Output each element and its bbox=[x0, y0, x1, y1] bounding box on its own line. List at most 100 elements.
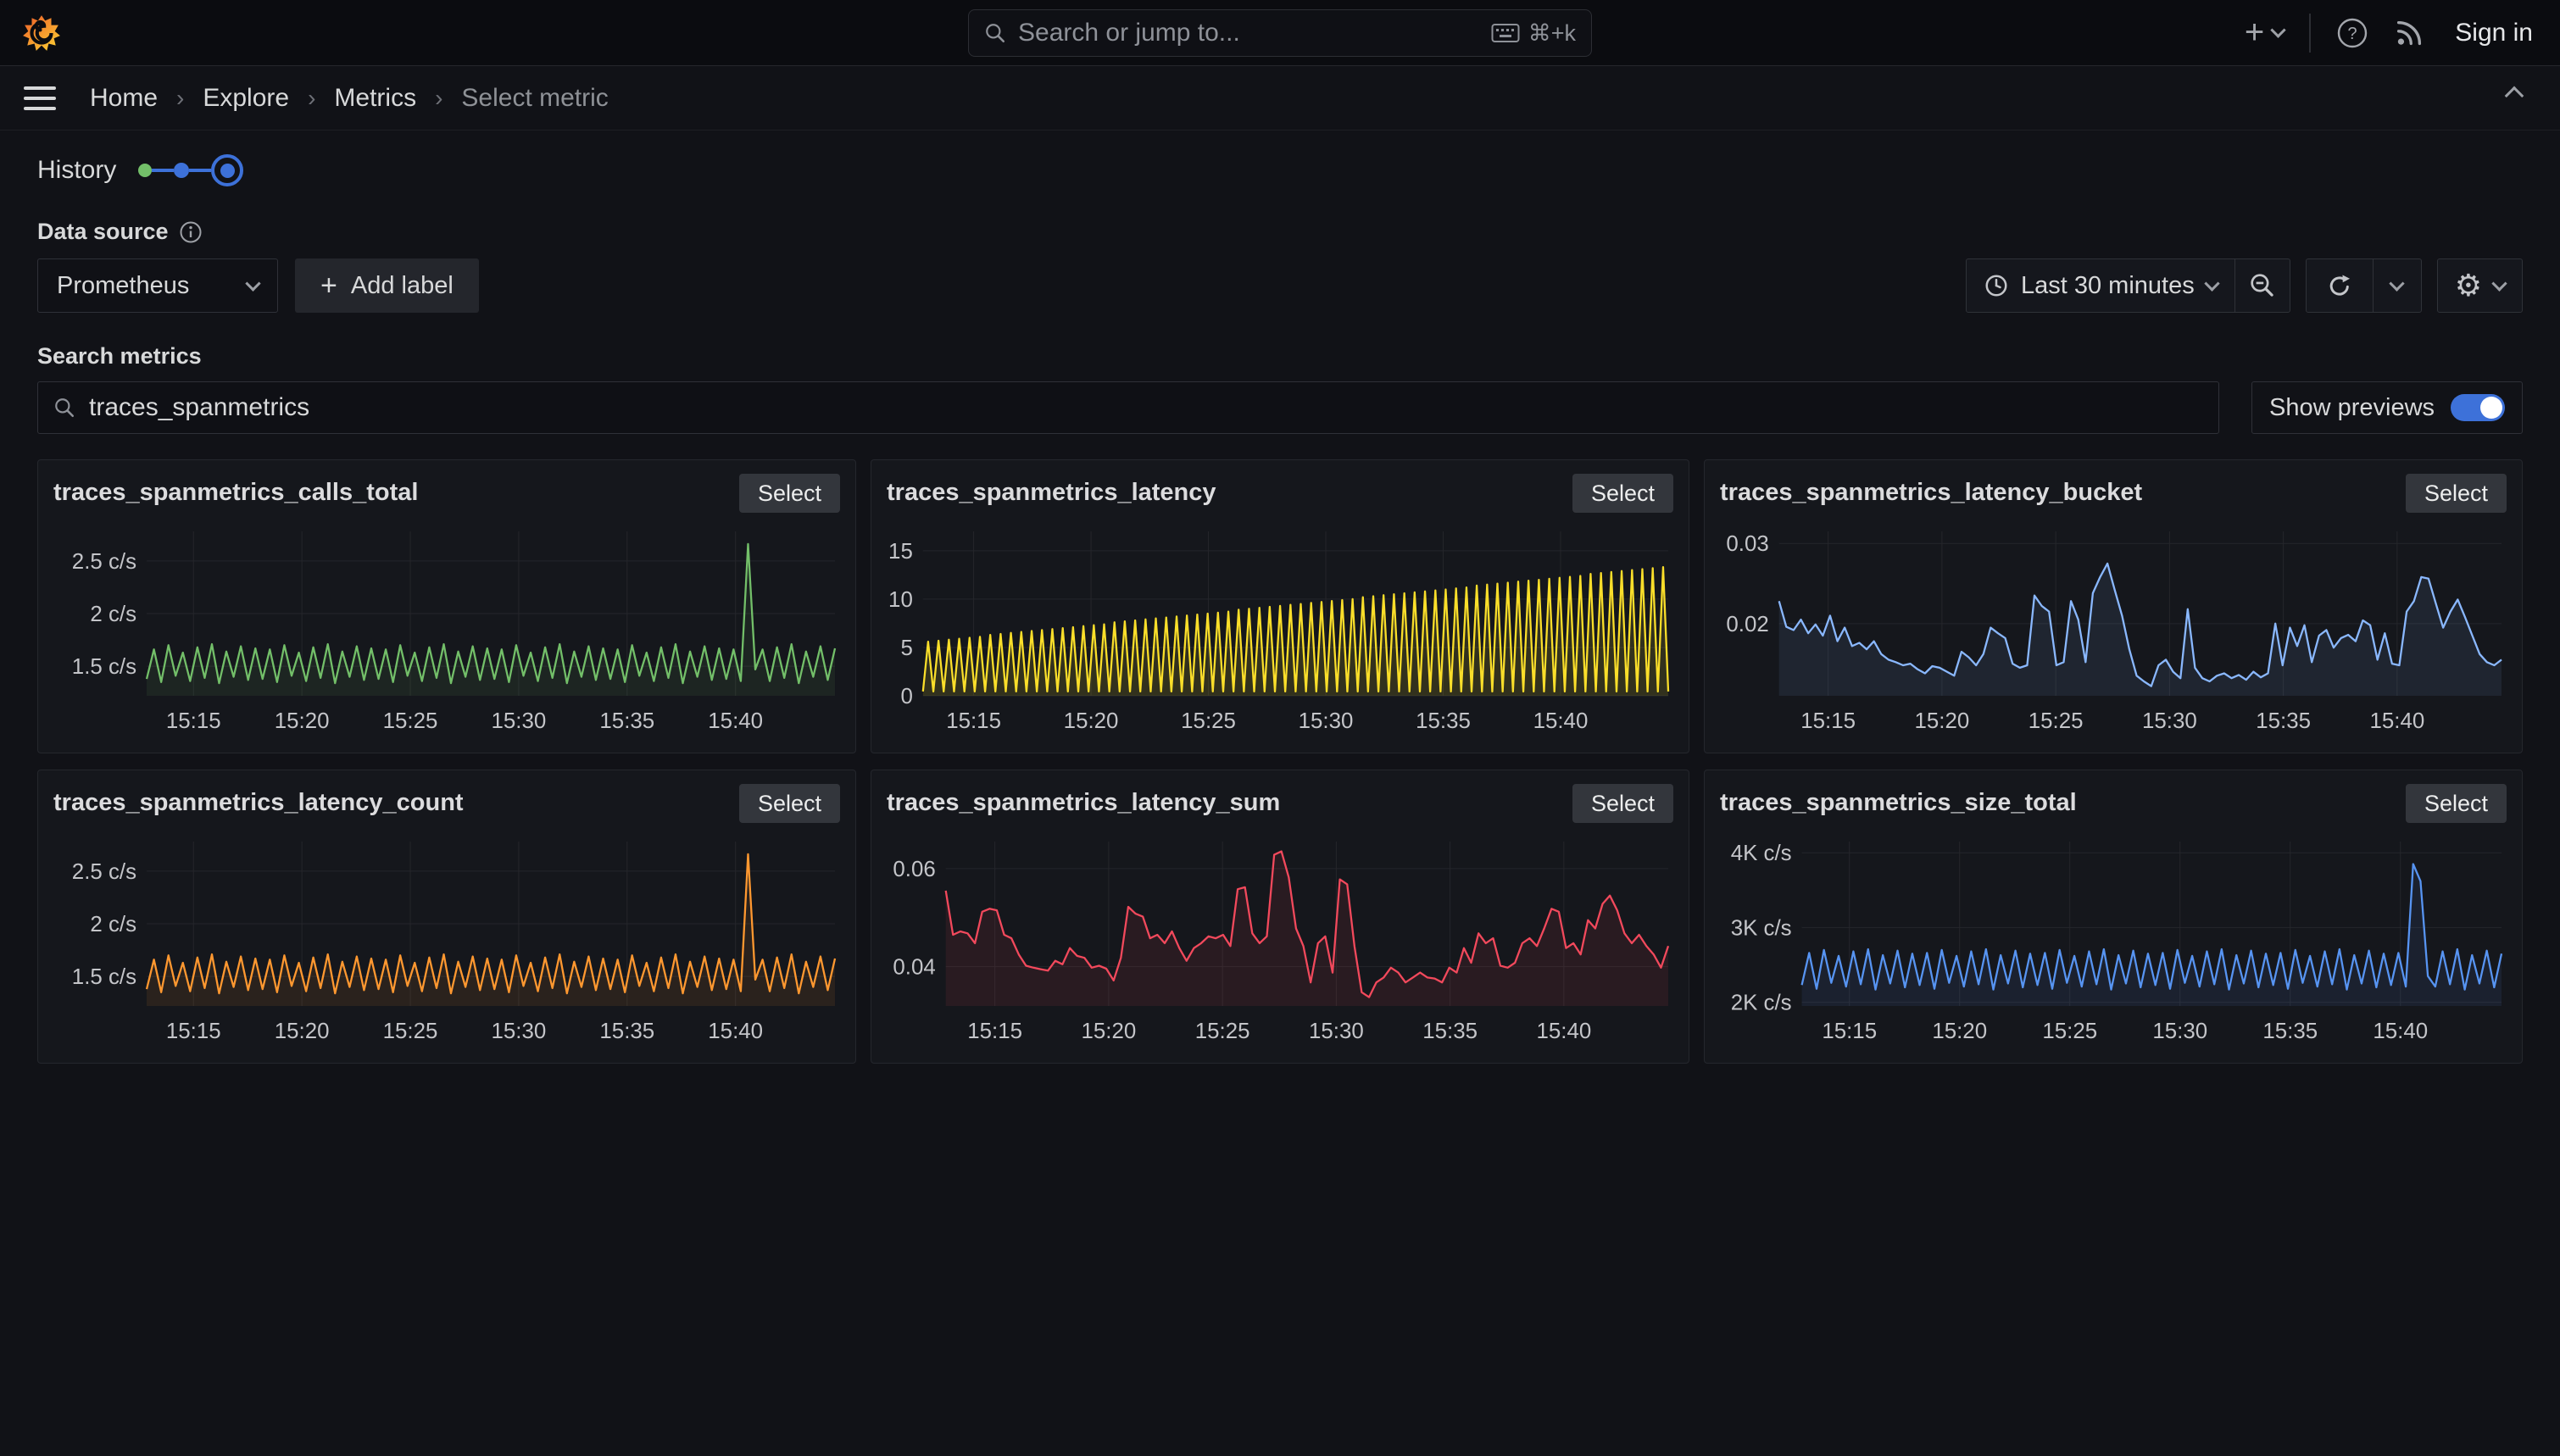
time-range-group: Last 30 minutes bbox=[1966, 258, 2290, 313]
nav-toolbar: Home › Explore › Metrics › Select metric bbox=[0, 66, 2560, 131]
metric-preview-chart: 15:1515:2015:2515:3015:3515:404K c/s3K c… bbox=[1720, 833, 2507, 1047]
search-metrics-input[interactable] bbox=[89, 393, 2203, 422]
svg-text:?: ? bbox=[2348, 25, 2357, 43]
add-label-button[interactable]: + Add label bbox=[295, 258, 479, 313]
svg-text:15:35: 15:35 bbox=[2262, 1020, 2318, 1043]
grafana-logo-icon[interactable] bbox=[22, 14, 61, 53]
collapse-toolbar-button[interactable] bbox=[2499, 81, 2529, 115]
metric-preview-chart: 15:1515:2015:2515:3015:3515:400.060.04 bbox=[887, 833, 1673, 1047]
explore-metrics-content: History Data source bbox=[0, 154, 2560, 1064]
metric-panel: traces_spanmetrics_size_total Select 15:… bbox=[1704, 770, 2523, 1064]
plus-icon: + bbox=[2245, 14, 2264, 52]
breadcrumb-explore[interactable]: Explore bbox=[203, 84, 289, 113]
svg-text:2.5 c/s: 2.5 c/s bbox=[72, 860, 136, 884]
breadcrumb-home[interactable]: Home bbox=[90, 84, 158, 113]
metric-title: traces_spanmetrics_calls_total bbox=[53, 474, 418, 507]
shortcut-label: ⌘+k bbox=[1528, 20, 1576, 47]
global-search-input[interactable] bbox=[1018, 19, 1479, 47]
news-rss-icon[interactable] bbox=[2394, 18, 2424, 48]
breadcrumb-metrics[interactable]: Metrics bbox=[334, 84, 416, 113]
svg-text:15:20: 15:20 bbox=[275, 709, 330, 733]
chevron-down-icon bbox=[245, 275, 260, 291]
metric-panel: traces_spanmetrics_latency_bucket Select… bbox=[1704, 459, 2523, 753]
svg-text:0.04: 0.04 bbox=[893, 956, 935, 980]
help-icon[interactable]: ? bbox=[2336, 17, 2368, 49]
select-metric-button[interactable]: Select bbox=[1572, 474, 1673, 513]
select-metric-button[interactable]: Select bbox=[2406, 474, 2507, 513]
svg-text:1.5 c/s: 1.5 c/s bbox=[72, 655, 136, 679]
svg-text:1.5 c/s: 1.5 c/s bbox=[72, 965, 136, 989]
search-icon bbox=[53, 397, 75, 419]
svg-text:2 c/s: 2 c/s bbox=[90, 603, 136, 626]
svg-text:0.03: 0.03 bbox=[1726, 532, 1768, 556]
metric-panel: traces_spanmetrics_latency Select 15:15 1… bbox=[871, 459, 1689, 753]
svg-text:3K c/s: 3K c/s bbox=[1731, 916, 1792, 940]
svg-text:5: 5 bbox=[900, 636, 912, 660]
history-current-step[interactable] bbox=[211, 154, 243, 186]
topbar-actions: + ? Sign in bbox=[2245, 14, 2538, 53]
svg-text:15:15: 15:15 bbox=[166, 1020, 221, 1043]
history-row: History bbox=[37, 154, 2523, 186]
info-icon[interactable] bbox=[179, 220, 203, 244]
svg-text:15:30: 15:30 bbox=[492, 709, 547, 733]
svg-text:15:15: 15:15 bbox=[946, 709, 1001, 733]
history-steps[interactable] bbox=[138, 154, 243, 186]
history-connector bbox=[152, 169, 174, 172]
refresh-interval-dropdown[interactable] bbox=[2374, 259, 2421, 312]
chevron-down-icon bbox=[2204, 275, 2219, 291]
svg-text:15:30: 15:30 bbox=[2142, 709, 2197, 733]
top-bar: ⌘+k + ? Sign in bbox=[0, 0, 2560, 66]
svg-text:15:20: 15:20 bbox=[1932, 1020, 1987, 1043]
metric-preview-chart: 15:1515:2015:2515:3015:3515:402.5 c/s2 c… bbox=[53, 523, 840, 736]
select-metric-button[interactable]: Select bbox=[1572, 784, 1673, 823]
svg-text:15:25: 15:25 bbox=[2042, 1020, 2097, 1043]
svg-text:15:15: 15:15 bbox=[1822, 1020, 1877, 1043]
svg-text:15:25: 15:25 bbox=[2029, 709, 2084, 733]
refresh-button[interactable] bbox=[2307, 259, 2373, 312]
breadcrumb-separator: › bbox=[435, 85, 442, 112]
svg-text:15:30: 15:30 bbox=[492, 1020, 547, 1043]
svg-text:15:40: 15:40 bbox=[708, 709, 763, 733]
settings-button[interactable]: ⚙ bbox=[2438, 259, 2522, 312]
svg-text:10: 10 bbox=[888, 588, 913, 612]
history-step-start-dot[interactable] bbox=[138, 164, 152, 177]
create-new-button[interactable]: + bbox=[2245, 14, 2284, 52]
history-step-dot[interactable] bbox=[174, 163, 189, 178]
metric-panel: traces_spanmetrics_latency_count Select … bbox=[37, 770, 856, 1064]
menu-hamburger-icon[interactable] bbox=[24, 86, 56, 110]
keyboard-icon bbox=[1491, 22, 1520, 44]
refresh-icon bbox=[2326, 272, 2353, 299]
metric-panels-grid: traces_spanmetrics_calls_total Select 15… bbox=[37, 459, 2523, 1064]
svg-text:15:20: 15:20 bbox=[1064, 709, 1119, 733]
metric-title: traces_spanmetrics_size_total bbox=[1720, 784, 2077, 817]
metric-title: traces_spanmetrics_latency bbox=[887, 474, 1216, 507]
metric-panel: traces_spanmetrics_latency_sum Select 15… bbox=[871, 770, 1689, 1064]
select-metric-button[interactable]: Select bbox=[739, 474, 840, 513]
time-range-picker[interactable]: Last 30 minutes bbox=[1967, 259, 2234, 312]
svg-text:15:20: 15:20 bbox=[275, 1020, 330, 1043]
grafana-app: ⌘+k + ? Sign in Home › bbox=[0, 0, 2560, 1064]
svg-text:15:20: 15:20 bbox=[1082, 1020, 1137, 1043]
svg-text:4K c/s: 4K c/s bbox=[1731, 842, 1792, 865]
breadcrumb-separator: › bbox=[176, 85, 184, 112]
sign-in-button[interactable]: Sign in bbox=[2450, 19, 2538, 47]
show-previews-toggle[interactable] bbox=[2451, 394, 2505, 421]
chevron-down-icon bbox=[2271, 22, 2286, 37]
select-metric-button[interactable]: Select bbox=[2406, 784, 2507, 823]
metric-preview-chart: 15:1515:2015:2515:3015:3515:402.5 c/s2 c… bbox=[53, 833, 840, 1047]
datasource-picker[interactable]: Prometheus bbox=[37, 258, 278, 313]
zoom-out-button[interactable] bbox=[2235, 259, 2290, 312]
metric-panel: traces_spanmetrics_calls_total Select 15… bbox=[37, 459, 856, 753]
svg-text:15:25: 15:25 bbox=[383, 1020, 438, 1043]
global-search-box[interactable]: ⌘+k bbox=[968, 9, 1592, 57]
svg-text:15:40: 15:40 bbox=[2373, 1020, 2428, 1043]
search-metrics-field[interactable] bbox=[37, 381, 2219, 434]
svg-text:15:40: 15:40 bbox=[1533, 709, 1589, 733]
svg-text:15:25: 15:25 bbox=[383, 709, 438, 733]
search-icon bbox=[984, 22, 1006, 44]
breadcrumb-separator: › bbox=[308, 85, 315, 112]
settings-group: ⚙ bbox=[2437, 258, 2523, 313]
svg-text:15:30: 15:30 bbox=[1299, 709, 1354, 733]
select-metric-button[interactable]: Select bbox=[739, 784, 840, 823]
breadcrumb: Home › Explore › Metrics › Select metric bbox=[90, 84, 609, 113]
